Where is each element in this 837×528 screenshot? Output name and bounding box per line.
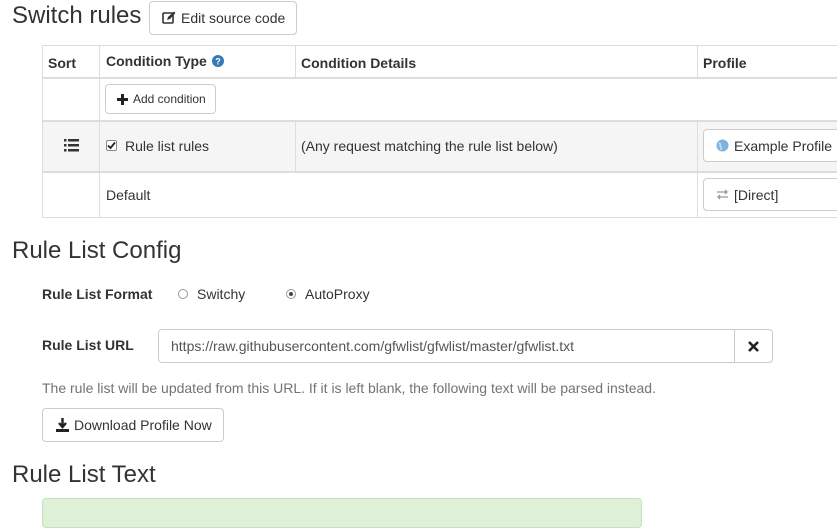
switch-rules-title: Switch rules xyxy=(12,2,142,29)
rule-list-format-label: Rule List Format xyxy=(42,286,153,302)
header-condition-type: Condition Type xyxy=(106,53,207,69)
profile-example-label: Example Profile xyxy=(734,137,833,154)
download-icon xyxy=(56,418,69,432)
format-switchy-label[interactable]: Switchy xyxy=(197,286,245,302)
globe-icon xyxy=(716,139,729,152)
rule-list-config-title: Rule List Config xyxy=(12,237,182,264)
profile-select-example[interactable]: Example Profile xyxy=(703,129,837,162)
rule-list-help-text: The rule list will be updated from this … xyxy=(42,380,656,396)
rule-list-url-label: Rule List URL xyxy=(42,337,134,353)
rule-list-text-title: Rule List Text xyxy=(12,461,156,488)
help-icon[interactable]: ? xyxy=(212,55,224,67)
plus-icon xyxy=(117,93,128,105)
sort-handle-icon[interactable] xyxy=(64,139,79,152)
condition-details-text: (Any request matching the rule list belo… xyxy=(301,138,558,154)
profile-select-direct[interactable]: [Direct] xyxy=(703,178,837,211)
format-autoproxy-radio[interactable] xyxy=(286,289,296,299)
edit-source-code-label: Edit source code xyxy=(181,10,286,26)
check-icon xyxy=(107,141,116,150)
download-profile-button[interactable]: Download Profile Now xyxy=(42,408,224,442)
header-profile: Profile xyxy=(703,55,747,71)
condition-type-default: Default xyxy=(106,187,151,203)
rule-list-textarea[interactable] xyxy=(42,498,642,528)
condition-type-rule-list: Rule list rules xyxy=(125,138,210,154)
rule-list-rules-checkbox[interactable] xyxy=(106,140,117,151)
edit-icon xyxy=(162,11,176,24)
format-autoproxy-label[interactable]: AutoProxy xyxy=(305,286,370,302)
clear-url-button[interactable] xyxy=(734,329,773,363)
switch-rules-table: Sort Condition Type ? Condition Details … xyxy=(42,45,837,218)
add-condition-label: Add condition xyxy=(133,92,206,106)
header-condition-details: Condition Details xyxy=(301,55,417,71)
svg-text:?: ? xyxy=(215,57,221,67)
download-profile-label: Download Profile Now xyxy=(74,417,212,433)
profile-direct-label: [Direct] xyxy=(734,186,779,203)
edit-source-code-button[interactable]: Edit source code xyxy=(149,1,297,35)
header-sort: Sort xyxy=(48,55,76,71)
format-switchy-radio[interactable] xyxy=(178,289,188,299)
add-condition-button[interactable]: Add condition xyxy=(105,84,216,114)
exchange-icon xyxy=(717,189,728,200)
close-icon xyxy=(748,340,759,352)
rule-list-url-input[interactable] xyxy=(158,329,735,363)
